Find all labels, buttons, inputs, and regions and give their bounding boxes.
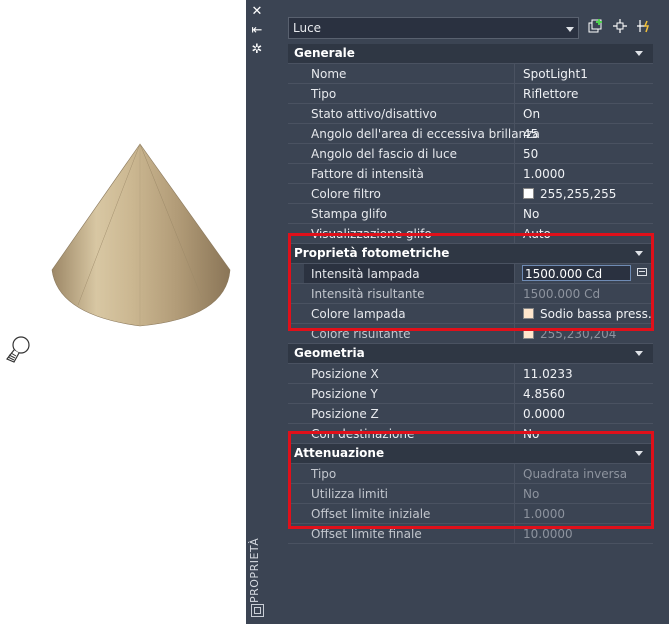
collapse-caret-icon[interactable] <box>635 351 643 356</box>
highlight-box-attenuazione <box>288 431 654 529</box>
property-row[interactable]: Angolo dell'area di eccessiva brillanza 4… <box>288 124 653 144</box>
section-title: Generale <box>294 46 355 60</box>
property-value[interactable]: No <box>523 207 539 221</box>
property-value[interactable]: 11.0233 <box>523 367 573 381</box>
property-row[interactable]: Nome SpotLight1 <box>288 64 653 84</box>
property-value[interactable]: 50 <box>523 147 538 161</box>
property-name: Posizione Y <box>311 387 378 401</box>
property-value[interactable]: 4.8560 <box>523 387 565 401</box>
property-name: Angolo dell'area di eccessiva brillanza <box>311 127 540 141</box>
property-value[interactable]: On <box>523 107 540 121</box>
section-title: Geometria <box>294 346 365 360</box>
property-name: Posizione Z <box>311 407 379 421</box>
property-name: Nome <box>311 67 347 81</box>
property-row[interactable]: Tipo Riflettore <box>288 84 653 104</box>
property-row[interactable]: Posizione Y 4.8560 <box>288 384 653 404</box>
chevron-down-icon <box>566 27 574 32</box>
settings-icon[interactable]: ✲ <box>249 42 265 58</box>
property-row[interactable]: Posizione Z 0.0000 <box>288 404 653 424</box>
object-type-value: Luce <box>293 21 322 35</box>
pin-icon[interactable]: ⇤ <box>249 23 265 39</box>
palette-title-strip[interactable]: ✕ ⇤ ✲ PROPRIETÀ <box>246 0 268 624</box>
quick-select-icon[interactable] <box>634 18 654 38</box>
property-value[interactable]: 1.0000 <box>523 167 565 181</box>
palette-side-title: PROPRIETÀ <box>248 537 261 603</box>
toggle-pickadd-icon[interactable] <box>586 18 606 38</box>
property-name: Angolo del fascio di luce <box>311 147 458 161</box>
property-name: Offset limite finale <box>311 527 422 541</box>
property-row[interactable]: Colore filtro 255,255,255 <box>288 184 653 204</box>
property-name: Stato attivo/disattivo <box>311 107 437 121</box>
property-row[interactable]: Posizione X 11.0233 <box>288 364 653 384</box>
section-generale[interactable]: Generale <box>288 44 653 64</box>
spotlight-glyph-icon[interactable] <box>2 333 34 367</box>
color-swatch <box>523 188 534 199</box>
property-value[interactable]: Riflettore <box>523 87 578 101</box>
close-icon[interactable]: ✕ <box>249 4 265 20</box>
select-objects-icon[interactable] <box>610 18 630 38</box>
cone-3d-object[interactable] <box>48 140 233 335</box>
property-row[interactable]: Angolo del fascio di luce 50 <box>288 144 653 164</box>
properties-palette: ✕ ⇤ ✲ PROPRIETÀ Luce Generale Nome SpotLi… <box>246 0 669 624</box>
property-value[interactable]: 10.0000 <box>523 527 573 541</box>
property-row[interactable]: Fattore di intensità 1.0000 <box>288 164 653 184</box>
property-value[interactable]: 0.0000 <box>523 407 565 421</box>
property-row[interactable]: Stato attivo/disattivo On <box>288 104 653 124</box>
property-name: Stampa glifo <box>311 207 388 221</box>
highlight-box-fotometriche <box>288 233 654 331</box>
property-value[interactable]: 255,255,255 <box>540 187 616 201</box>
palette-menu-icon[interactable] <box>251 604 264 617</box>
property-name: Fattore di intensità <box>311 167 424 181</box>
object-type-dropdown[interactable]: Luce <box>288 17 579 39</box>
property-name: Posizione X <box>311 367 379 381</box>
property-value[interactable]: SpotLight1 <box>523 67 588 81</box>
property-name: Tipo <box>311 87 337 101</box>
collapse-caret-icon[interactable] <box>635 51 643 56</box>
section-geometria[interactable]: Geometria <box>288 344 653 364</box>
property-name: Colore filtro <box>311 187 381 201</box>
property-row[interactable]: Stampa glifo No <box>288 204 653 224</box>
property-value[interactable]: 45 <box>523 127 538 141</box>
